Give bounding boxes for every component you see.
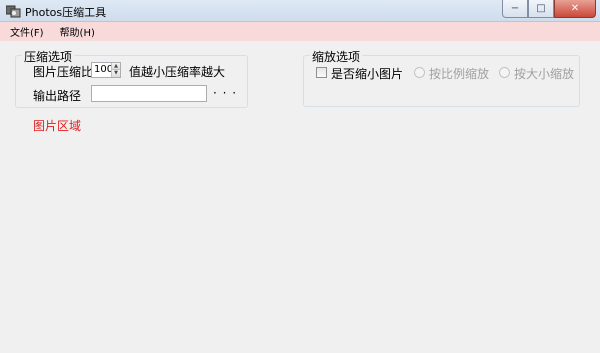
image-area-label: 图片区域 <box>33 119 82 133</box>
scale-by-ratio-radio[interactable] <box>414 67 425 78</box>
scale-by-ratio-label[interactable]: 按比例缩放 <box>429 65 489 82</box>
spin-up-icon[interactable]: ▲ <box>111 63 120 70</box>
close-button[interactable]: ✕ <box>554 0 596 18</box>
window-controls: − □ ✕ <box>502 0 596 18</box>
maximize-icon: □ <box>536 3 546 14</box>
minimize-button[interactable]: − <box>502 0 528 18</box>
compress-ratio-hint: 值越小压缩率越大 <box>129 65 226 79</box>
menu-file[interactable]: 文件(F) <box>10 24 44 39</box>
minimize-icon: − <box>510 3 520 14</box>
output-path-label: 输出路径 <box>33 89 82 103</box>
compress-ratio-spinner[interactable]: 100 ▲ ▼ <box>91 62 121 78</box>
menu-bar: 文件(F) 帮助(H) <box>0 22 600 41</box>
menu-help[interactable]: 帮助(H) <box>60 24 95 39</box>
close-icon: ✕ <box>570 3 580 14</box>
compress-ratio-label: 图片压缩比 <box>33 65 94 79</box>
scale-enable-label[interactable]: 是否缩小图片 <box>331 65 403 82</box>
browse-button[interactable]: · · · <box>213 86 237 100</box>
app-icon <box>6 5 21 18</box>
spin-down-icon[interactable]: ▼ <box>111 70 120 77</box>
spinner-buttons: ▲ ▼ <box>111 63 120 77</box>
maximize-button[interactable]: □ <box>528 0 554 18</box>
scale-by-size-radio[interactable] <box>499 67 510 78</box>
window-title: Photos压缩工具 <box>25 6 107 19</box>
scale-by-size-label[interactable]: 按大小缩放 <box>514 65 574 82</box>
scale-options-legend: 缩放选项 <box>310 48 363 65</box>
output-path-input[interactable] <box>91 85 207 102</box>
scale-enable-checkbox[interactable] <box>316 67 327 78</box>
title-bar[interactable]: Photos压缩工具 − □ ✕ <box>0 0 600 22</box>
